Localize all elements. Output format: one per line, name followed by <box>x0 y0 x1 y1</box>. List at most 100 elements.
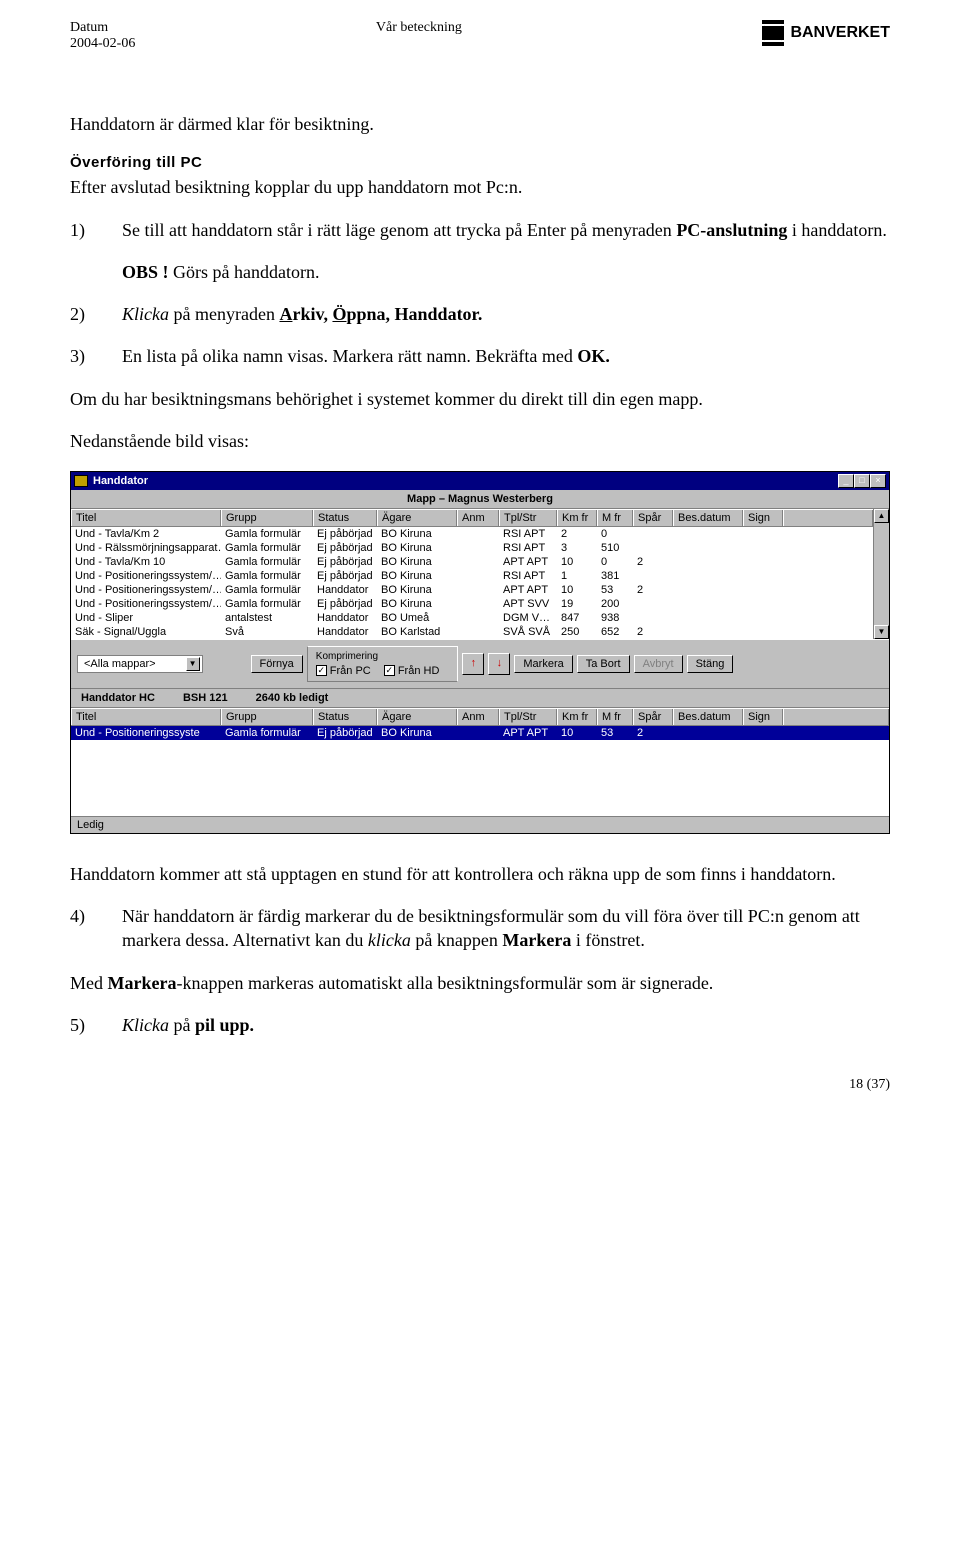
obs-line: OBS ! Görs på handdatorn. <box>122 260 890 284</box>
step-text: Klicka på menyraden Arkiv, Öppna, Handda… <box>122 302 482 326</box>
dropdown-value: <Alla mappar> <box>84 658 156 670</box>
chevron-down-icon[interactable]: ▼ <box>186 657 200 671</box>
col-header[interactable]: M fr <box>597 510 633 526</box>
grid-header-row-2: Titel Grupp Status Ägare Anm Tpl/Str Km … <box>71 708 889 726</box>
col-header[interactable]: Km fr <box>557 709 597 725</box>
step-text: Klicka på pil upp. <box>122 1013 254 1037</box>
col-header[interactable]: Ägare <box>377 510 457 526</box>
checkbox-fran-hd[interactable]: ✓Från HD <box>384 665 440 677</box>
section-title: Överföring till PC <box>70 154 890 171</box>
col-header[interactable]: Anm <box>457 510 499 526</box>
checkbox-fran-pc[interactable]: ✓Från PC <box>316 665 371 677</box>
close-button[interactable]: × <box>870 474 886 488</box>
table-row[interactable]: Und - Positioneringssystem/…Gamla formul… <box>71 569 873 583</box>
arrow-up-button[interactable]: ↑ <box>462 653 484 675</box>
paragraph: Handdatorn är därmed klar för besiktning… <box>70 112 890 136</box>
fornya-button[interactable]: Förnya <box>251 655 303 673</box>
col-header[interactable]: Titel <box>71 709 221 725</box>
arrow-down-button[interactable]: ↓ <box>488 653 510 675</box>
logo-mark-icon <box>762 20 784 46</box>
logo-text: BANVERKET <box>790 24 890 42</box>
col-header[interactable]: Sign <box>743 510 783 526</box>
tabort-button[interactable]: Ta Bort <box>577 655 630 673</box>
step-number: 4) <box>70 904 94 953</box>
table-row[interactable]: Und - Positioneringssystem/…Gamla formul… <box>71 597 873 611</box>
page-number: 18 (37) <box>70 1077 890 1093</box>
step-text: En lista på olika namn visas. Markera rä… <box>122 344 610 368</box>
col-header[interactable]: Titel <box>71 510 221 526</box>
col-header[interactable]: Bes.datum <box>673 709 743 725</box>
upper-grid: Titel Grupp Status Ägare Anm Tpl/Str Km … <box>71 509 889 639</box>
beteckning-label: Vår beteckning <box>376 20 462 36</box>
table-row[interactable]: Säk - Signal/UgglaSvåHanddatorBO Karlsta… <box>71 625 873 639</box>
scroll-down-icon[interactable]: ▼ <box>874 625 889 639</box>
step-4: 4) När handdatorn är färdig markerar du … <box>70 904 890 953</box>
vertical-scrollbar[interactable]: ▲ ▼ <box>873 509 889 639</box>
col-header[interactable]: Status <box>313 709 377 725</box>
table-row[interactable]: Und - Tavla/Km 2Gamla formulärEj påbörja… <box>71 527 873 541</box>
step-text: När handdatorn är färdig markerar du de … <box>122 904 890 953</box>
header-datum: Datum 2004-02-06 <box>70 20 135 52</box>
col-header[interactable]: Anm <box>457 709 499 725</box>
handdator-window: Handdator _ □ × Mapp – Magnus Westerberg… <box>70 471 890 834</box>
scroll-up-icon[interactable]: ▲ <box>874 509 889 523</box>
stang-button[interactable]: Stäng <box>687 655 734 673</box>
col-header[interactable]: Km fr <box>557 510 597 526</box>
mapp-dropdown[interactable]: <Alla mappar> ▼ <box>77 655 203 673</box>
status-bar: Ledig <box>71 816 889 833</box>
col-header[interactable]: Grupp <box>221 709 313 725</box>
col-header[interactable]: Ägare <box>377 709 457 725</box>
step-number: 1) <box>70 218 94 242</box>
avbryt-button[interactable]: Avbryt <box>634 655 683 673</box>
grid-body[interactable]: Und - Tavla/Km 2Gamla formulärEj påbörja… <box>71 527 873 639</box>
step-number: 2) <box>70 302 94 326</box>
window-title: Handdator <box>93 475 148 487</box>
col-header[interactable]: Sign <box>743 709 783 725</box>
markera-button[interactable]: Markera <box>514 655 572 673</box>
step-text: Se till att handdatorn står i rätt läge … <box>122 218 887 242</box>
col-header[interactable]: Spår <box>633 709 673 725</box>
step-3: 3) En lista på olika namn visas. Markera… <box>70 344 890 368</box>
toolbar: <Alla mappar> ▼ Förnya Komprimering ✓Frå… <box>71 639 889 689</box>
table-row[interactable]: Und - SliperantalstestHanddatorBO UmeåDG… <box>71 611 873 625</box>
minimize-button[interactable]: _ <box>838 474 854 488</box>
banverket-logo: BANVERKET <box>762 20 890 46</box>
titlebar[interactable]: Handdator _ □ × <box>71 472 889 490</box>
col-header[interactable]: Grupp <box>221 510 313 526</box>
hd-label: Handdator HC <box>81 692 155 704</box>
col-header[interactable]: M fr <box>597 709 633 725</box>
hd-id: BSH 121 <box>183 692 228 704</box>
group-label: Komprimering <box>316 651 450 662</box>
table-row[interactable]: Und - Rälssmörjningsapparat…Gamla formul… <box>71 541 873 555</box>
table-row[interactable]: Und - Tavla/Km 10Gamla formulärEj påbörj… <box>71 555 873 569</box>
paragraph: Med Markera-knappen markeras automatiskt… <box>70 971 890 995</box>
col-header[interactable]: Status <box>313 510 377 526</box>
col-header[interactable]: Tpl/Str <box>499 709 557 725</box>
col-header[interactable]: Spår <box>633 510 673 526</box>
paragraph: Efter avslutad besiktning kopplar du upp… <box>70 175 890 199</box>
datum-value: 2004-02-06 <box>70 36 135 52</box>
grid-body-2[interactable]: Und - Positioneringssyste Gamla formulär… <box>71 726 889 816</box>
datum-label: Datum <box>70 20 135 36</box>
step-5: 5) Klicka på pil upp. <box>70 1013 890 1037</box>
maximize-button[interactable]: □ <box>854 474 870 488</box>
page-header: Datum 2004-02-06 Vår beteckning BANVERKE… <box>70 20 890 52</box>
col-header[interactable]: Tpl/Str <box>499 510 557 526</box>
step-number: 5) <box>70 1013 94 1037</box>
handdator-banner: Handdator HC BSH 121 2640 kb ledigt <box>71 689 889 708</box>
grid-header-row: Titel Grupp Status Ägare Anm Tpl/Str Km … <box>71 509 873 527</box>
step-number: 3) <box>70 344 94 368</box>
table-row[interactable]: Und - Positioneringssyste Gamla formulär… <box>71 726 889 740</box>
table-row[interactable]: Und - Positioneringssystem/…Gamla formul… <box>71 583 873 597</box>
paragraph: Nedanstående bild visas: <box>70 429 890 453</box>
komprimering-group: Komprimering ✓Från PC ✓Från HD <box>307 646 459 682</box>
step-1: 1) Se till att handdatorn står i rätt lä… <box>70 218 890 242</box>
header-beteckning: Vår beteckning <box>376 20 462 36</box>
app-icon <box>74 475 88 487</box>
mapp-banner: Mapp – Magnus Westerberg <box>71 490 889 509</box>
hd-space: 2640 kb ledigt <box>256 692 329 704</box>
paragraph: Om du har besiktningsmans behörighet i s… <box>70 387 890 411</box>
paragraph: Handdatorn kommer att stå upptagen en st… <box>70 862 890 886</box>
step-2: 2) Klicka på menyraden Arkiv, Öppna, Han… <box>70 302 890 326</box>
col-header[interactable]: Bes.datum <box>673 510 743 526</box>
